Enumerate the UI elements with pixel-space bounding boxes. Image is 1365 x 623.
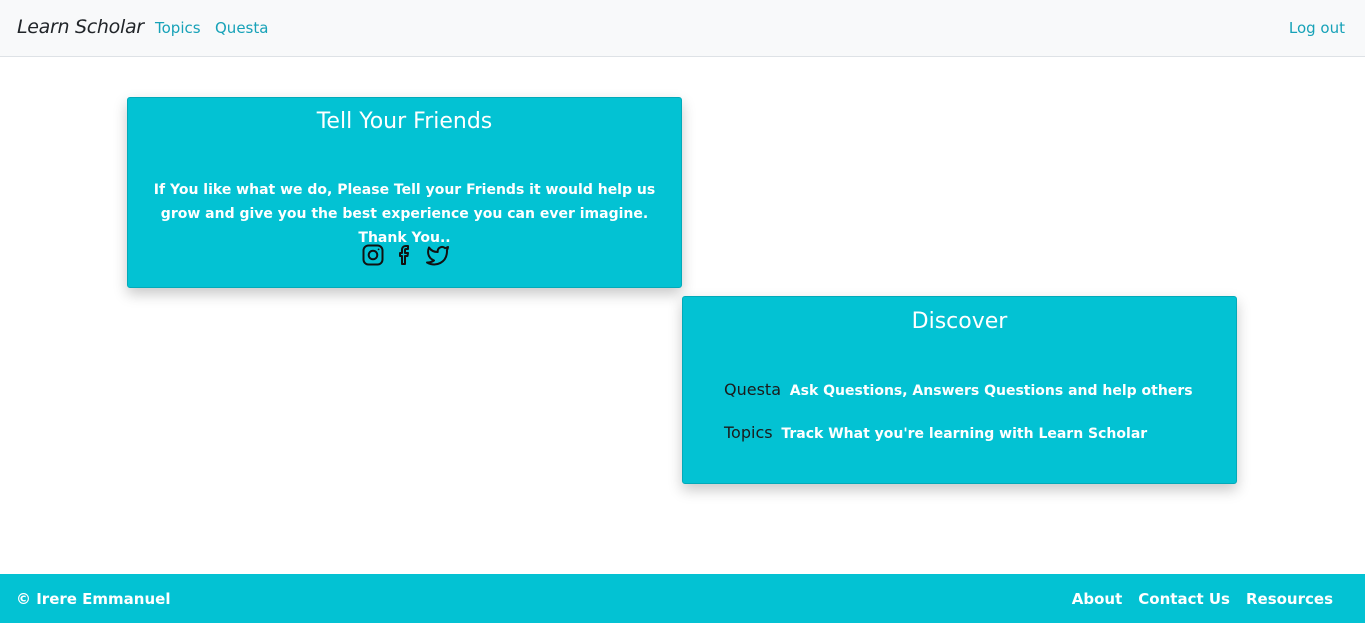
social-icons — [128, 243, 681, 267]
discover-item-topics: Topics Track What you're learning with L… — [724, 423, 1147, 442]
tell-friends-title: Tell Your Friends — [316, 109, 493, 134]
brand-logo[interactable]: Learn Scholar — [17, 16, 144, 38]
facebook-icon[interactable] — [393, 243, 417, 267]
footer-links: About Contact Us Resources — [1072, 590, 1333, 608]
footer-link-resources[interactable]: Resources — [1246, 590, 1333, 608]
footer: © Irere Emmanuel About Contact Us Resour… — [0, 574, 1365, 623]
tell-friends-card: Tell Your Friends If You like what we do… — [127, 97, 682, 288]
twitter-icon[interactable] — [425, 243, 449, 267]
copyright-text: © Irere Emmanuel — [16, 590, 171, 608]
logout-link[interactable]: Log out — [1289, 19, 1345, 37]
discover-questa-desc: Ask Questions, Answers Questions and hel… — [789, 383, 1193, 399]
tell-friends-text: If You like what we do, Please Tell your… — [153, 182, 656, 246]
discover-topics-desc: Track What you're learning with Learn Sc… — [781, 426, 1148, 442]
nav-link-topics[interactable]: Topics — [155, 19, 201, 37]
discover-questa-link[interactable]: Questa — [724, 380, 781, 399]
discover-title: Discover — [911, 309, 1008, 334]
discover-card: Discover Questa Ask Questions, Answers Q… — [682, 296, 1237, 484]
instagram-icon[interactable] — [361, 243, 385, 267]
nav-link-questa[interactable]: Questa — [215, 19, 268, 37]
navbar: Learn Scholar Topics Questa Log out — [0, 0, 1365, 57]
discover-item-questa: Questa Ask Questions, Answers Questions … — [724, 380, 1193, 399]
footer-link-contact[interactable]: Contact Us — [1138, 590, 1230, 608]
discover-topics-link[interactable]: Topics — [724, 423, 773, 442]
footer-link-about[interactable]: About — [1072, 590, 1123, 608]
